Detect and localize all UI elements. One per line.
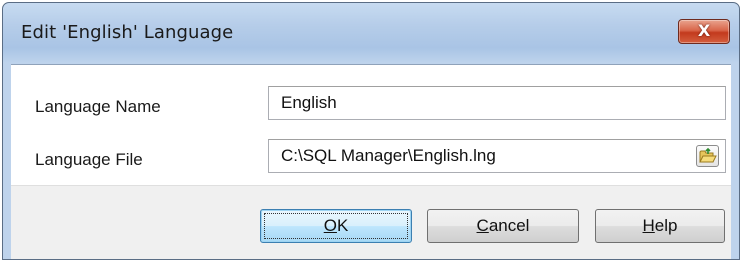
window-title: Edit 'English' Language: [21, 22, 234, 43]
button-bar: OK Cancel Help: [11, 185, 731, 259]
dialog-window: Edit 'English' Language X Language Name …: [2, 2, 740, 260]
close-icon: X: [697, 21, 711, 40]
title-bar[interactable]: Edit 'English' Language X: [3, 3, 739, 63]
help-button[interactable]: Help: [595, 209, 725, 243]
folder-open-icon: [699, 147, 717, 163]
close-button[interactable]: X: [678, 19, 730, 44]
dialog-content: Language Name Language File C:\SQL Manag…: [11, 64, 731, 185]
language-file-input[interactable]: C:\SQL Manager\English.lng: [268, 139, 726, 173]
ok-button[interactable]: OK: [260, 209, 412, 243]
language-file-label: Language File: [35, 150, 143, 169]
language-name-input[interactable]: [268, 86, 726, 120]
cancel-button[interactable]: Cancel: [427, 209, 579, 243]
browse-file-button[interactable]: [696, 145, 719, 167]
language-file-value: C:\SQL Manager\English.lng: [281, 146, 496, 165]
language-name-label: Language Name: [35, 97, 161, 116]
